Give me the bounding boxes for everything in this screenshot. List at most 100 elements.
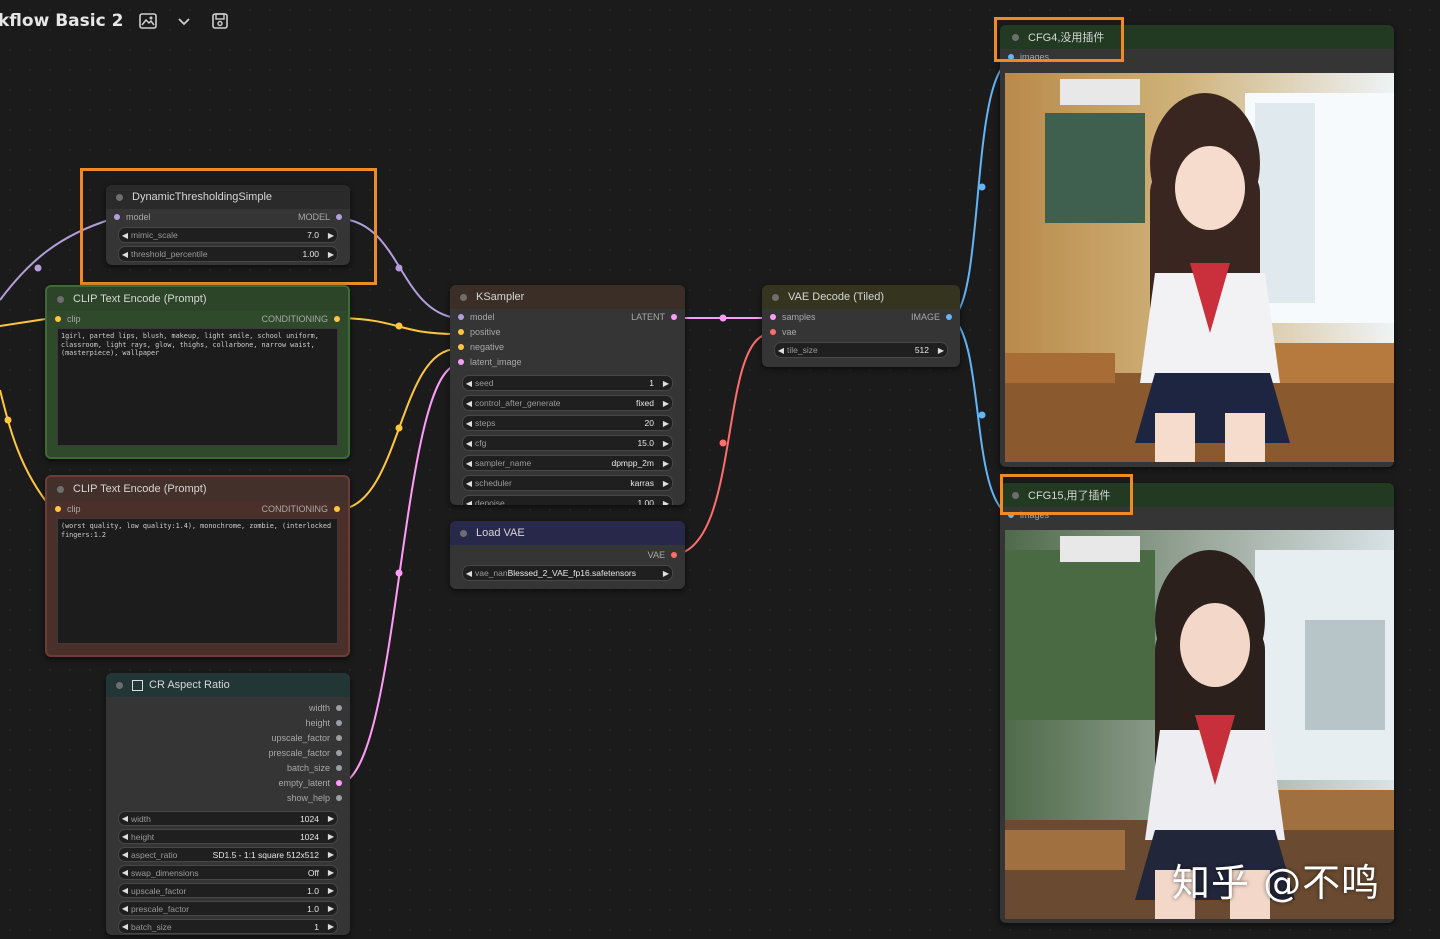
image-icon[interactable] (137, 10, 159, 32)
decrement-arrow-icon[interactable]: ◀ (119, 922, 131, 931)
decrement-arrow-icon[interactable]: ◀ (463, 419, 475, 428)
input-socket[interactable] (458, 314, 464, 320)
output-socket[interactable] (671, 314, 677, 320)
input-socket[interactable] (458, 329, 464, 335)
increment-arrow-icon[interactable]: ▶ (660, 379, 672, 388)
node-load-vae[interactable]: Load VAE VAE ◀ vae_nan Blessed_2_VAE_fp16.… (450, 521, 685, 589)
output-socket[interactable] (336, 720, 342, 726)
node-vae-decode-tiled[interactable]: VAE Decode (Tiled) samples IMAGE vae ◀ ti… (762, 285, 960, 367)
output-label: IMAGE (910, 312, 940, 322)
increment-arrow-icon[interactable]: ▶ (660, 479, 672, 488)
widget-denoise[interactable]: ◀ denoise 1.00 ▶ (462, 495, 673, 505)
increment-arrow-icon[interactable]: ▶ (660, 399, 672, 408)
widget-seed[interactable]: ◀ seed 1 ▶ (462, 375, 673, 391)
node-header[interactable]: Load VAE (450, 521, 685, 545)
decrement-arrow-icon[interactable]: ◀ (119, 868, 131, 877)
node-header[interactable]: CR Aspect Ratio (106, 673, 350, 697)
increment-arrow-icon[interactable]: ▶ (660, 459, 672, 468)
preview-image[interactable] (1005, 73, 1394, 462)
decrement-arrow-icon[interactable]: ◀ (463, 499, 475, 506)
widget-tile-size[interactable]: ◀ tile_size 512 ▶ (774, 342, 948, 358)
watermark-text: 知乎 @不鸣 (1172, 861, 1381, 905)
input-socket[interactable] (770, 314, 776, 320)
node-ksampler[interactable]: KSampler model LATENT positive negative … (450, 285, 685, 505)
output-socket[interactable] (336, 795, 342, 801)
save-icon[interactable] (209, 10, 231, 32)
widget-prescale-factor[interactable]: ◀ prescale_factor 1.0 ▶ (118, 901, 338, 916)
increment-arrow-icon[interactable]: ▶ (325, 814, 337, 823)
increment-arrow-icon[interactable]: ▶ (935, 346, 947, 355)
widget-control-after-generate[interactable]: ◀ control_after_generate fixed ▶ (462, 395, 673, 411)
widget-steps[interactable]: ◀ steps 20 ▶ (462, 415, 673, 431)
decrement-arrow-icon[interactable]: ◀ (119, 904, 131, 913)
input-socket[interactable] (458, 359, 464, 365)
widget-width[interactable]: ◀ width 1024 ▶ (118, 811, 338, 826)
decrement-arrow-icon[interactable]: ◀ (119, 886, 131, 895)
output-socket[interactable] (946, 314, 952, 320)
node-clip-text-positive[interactable]: CLIP Text Encode (Prompt) clip CONDITION… (45, 285, 350, 459)
decrement-arrow-icon[interactable]: ◀ (119, 814, 131, 823)
widget-value: 20 (644, 418, 654, 428)
node-header[interactable]: CLIP Text Encode (Prompt) (47, 287, 348, 311)
widget-batch-size[interactable]: ◀ batch_size 1 ▶ (118, 919, 338, 934)
increment-arrow-icon[interactable]: ▶ (325, 922, 337, 931)
prompt-textarea[interactable]: (worst quality, low quality:1.4), monoch… (57, 518, 338, 644)
decrement-arrow-icon[interactable]: ◀ (463, 439, 475, 448)
widget-sampler-name[interactable]: ◀ sampler_name dpmpp_2m ▶ (462, 455, 673, 471)
widget-aspect-ratio[interactable]: ◀ aspect_ratio SD1.5 - 1:1 square 512x512 ▶ (118, 847, 338, 862)
decrement-arrow-icon[interactable]: ◀ (119, 850, 131, 859)
increment-arrow-icon[interactable]: ▶ (660, 569, 672, 578)
node-preview-image-1[interactable]: CFG4,没用插件 images (1000, 25, 1394, 467)
node-header[interactable]: KSampler (450, 285, 685, 309)
decrement-arrow-icon[interactable]: ◀ (775, 346, 787, 355)
decrement-arrow-icon[interactable]: ◀ (119, 832, 131, 841)
increment-arrow-icon[interactable]: ▶ (660, 499, 672, 506)
input-socket[interactable] (55, 506, 61, 512)
output-socket[interactable] (671, 552, 677, 558)
widget-scheduler[interactable]: ◀ scheduler karras ▶ (462, 475, 673, 491)
highlight-box (1000, 474, 1133, 515)
workflow-toolbar: kflow Basic 2 (0, 6, 231, 36)
input-label: negative (470, 342, 505, 352)
output-socket[interactable] (334, 506, 340, 512)
output-socket[interactable] (336, 750, 342, 756)
output-label: upscale_factor (271, 733, 330, 743)
checkbox-icon[interactable] (132, 679, 143, 691)
widget-swap-dimensions[interactable]: ◀ swap_dimensions Off ▶ (118, 865, 338, 880)
wire-reroute-dot (719, 314, 727, 322)
chevron-down-icon[interactable] (173, 10, 195, 32)
input-socket[interactable] (770, 329, 776, 335)
input-socket[interactable] (55, 316, 61, 322)
node-cr-aspect-ratio[interactable]: CR Aspect Ratio width height upscale_facto… (106, 673, 350, 935)
output-socket[interactable] (336, 705, 342, 711)
output-socket[interactable] (336, 735, 342, 741)
prompt-textarea[interactable]: 1girl, parted lips, blush, makeup, light… (57, 328, 338, 446)
input-label: model (470, 312, 495, 322)
output-socket[interactable] (336, 780, 342, 786)
increment-arrow-icon[interactable]: ▶ (660, 419, 672, 428)
decrement-arrow-icon[interactable]: ◀ (463, 479, 475, 488)
output-list: width height upscale_factor prescale_factor… (106, 697, 350, 805)
io-row: latent_image (450, 354, 685, 369)
widget-vae-name[interactable]: ◀ vae_nan Blessed_2_VAE_fp16.safetensors ▶ (462, 565, 673, 581)
output-socket[interactable] (334, 316, 340, 322)
widget-cfg[interactable]: ◀ cfg 15.0 ▶ (462, 435, 673, 451)
increment-arrow-icon[interactable]: ▶ (325, 868, 337, 877)
increment-arrow-icon[interactable]: ▶ (325, 886, 337, 895)
increment-arrow-icon[interactable]: ▶ (325, 850, 337, 859)
increment-arrow-icon[interactable]: ▶ (325, 832, 337, 841)
node-clip-text-negative[interactable]: CLIP Text Encode (Prompt) clip CONDITION… (45, 475, 350, 657)
widget-label: width (131, 813, 151, 824)
node-header[interactable]: VAE Decode (Tiled) (762, 285, 960, 309)
decrement-arrow-icon[interactable]: ◀ (463, 399, 475, 408)
increment-arrow-icon[interactable]: ▶ (325, 904, 337, 913)
widget-upscale-factor[interactable]: ◀ upscale_factor 1.0 ▶ (118, 883, 338, 898)
output-socket[interactable] (336, 765, 342, 771)
input-socket[interactable] (458, 344, 464, 350)
decrement-arrow-icon[interactable]: ◀ (463, 459, 475, 468)
widget-height[interactable]: ◀ height 1024 ▶ (118, 829, 338, 844)
increment-arrow-icon[interactable]: ▶ (660, 439, 672, 448)
decrement-arrow-icon[interactable]: ◀ (463, 569, 475, 578)
node-header[interactable]: CLIP Text Encode (Prompt) (47, 477, 348, 501)
decrement-arrow-icon[interactable]: ◀ (463, 379, 475, 388)
